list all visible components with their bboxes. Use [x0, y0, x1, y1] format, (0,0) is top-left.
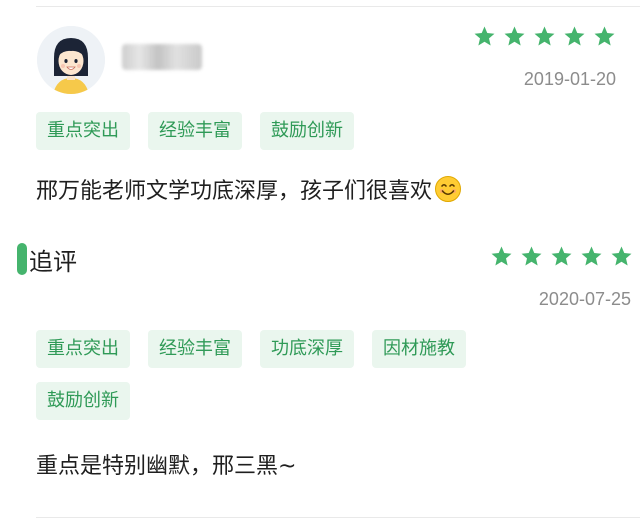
review-rating [473, 25, 616, 48]
user-avatar[interactable] [37, 26, 105, 94]
review-text: 邢万能老师文学功底深厚，孩子们很喜欢 [36, 173, 462, 209]
review-text-body: 邢万能老师文学功底深厚，孩子们很喜欢 [36, 179, 433, 204]
star-icon [564, 26, 585, 46]
tag-chip: 鼓励创新 [36, 382, 130, 420]
girl-avatar-icon [37, 26, 105, 94]
username-blurred [122, 44, 202, 70]
star-icon [474, 26, 495, 46]
star-icon [594, 26, 615, 46]
star-icon [491, 246, 512, 266]
bottom-divider [36, 517, 640, 518]
followup-text: 重点是特别幽默，邢三黑~ [36, 454, 297, 479]
followup-accent-bar [17, 243, 27, 275]
smiling-face-emoji [434, 175, 462, 209]
tag-chip: 鼓励创新 [260, 112, 354, 150]
star-icon [521, 246, 542, 266]
followup-rating [490, 245, 633, 268]
tag-chip: 重点突出 [36, 112, 130, 150]
star-icon [611, 246, 632, 266]
tag-chip: 重点突出 [36, 330, 130, 368]
tag-chip: 功底深厚 [260, 330, 354, 368]
followup-date: 2020-07-25 [538, 289, 631, 309]
tag-chip: 经验丰富 [148, 112, 242, 150]
tag-chip: 因材施教 [372, 330, 466, 368]
tag-chip: 经验丰富 [148, 330, 242, 368]
star-icon [504, 26, 525, 46]
review-date: 2019-01-20 [523, 69, 616, 89]
followup-tag-list: 重点突出 经验丰富 功底深厚 因材施教鼓励创新 [36, 330, 526, 420]
review-tag-list: 重点突出 经验丰富 鼓励创新 [36, 112, 556, 150]
star-icon [551, 246, 572, 266]
star-icon [534, 26, 555, 46]
followup-label: 追评 [29, 248, 77, 276]
star-icon [581, 246, 602, 266]
top-divider [36, 6, 640, 7]
